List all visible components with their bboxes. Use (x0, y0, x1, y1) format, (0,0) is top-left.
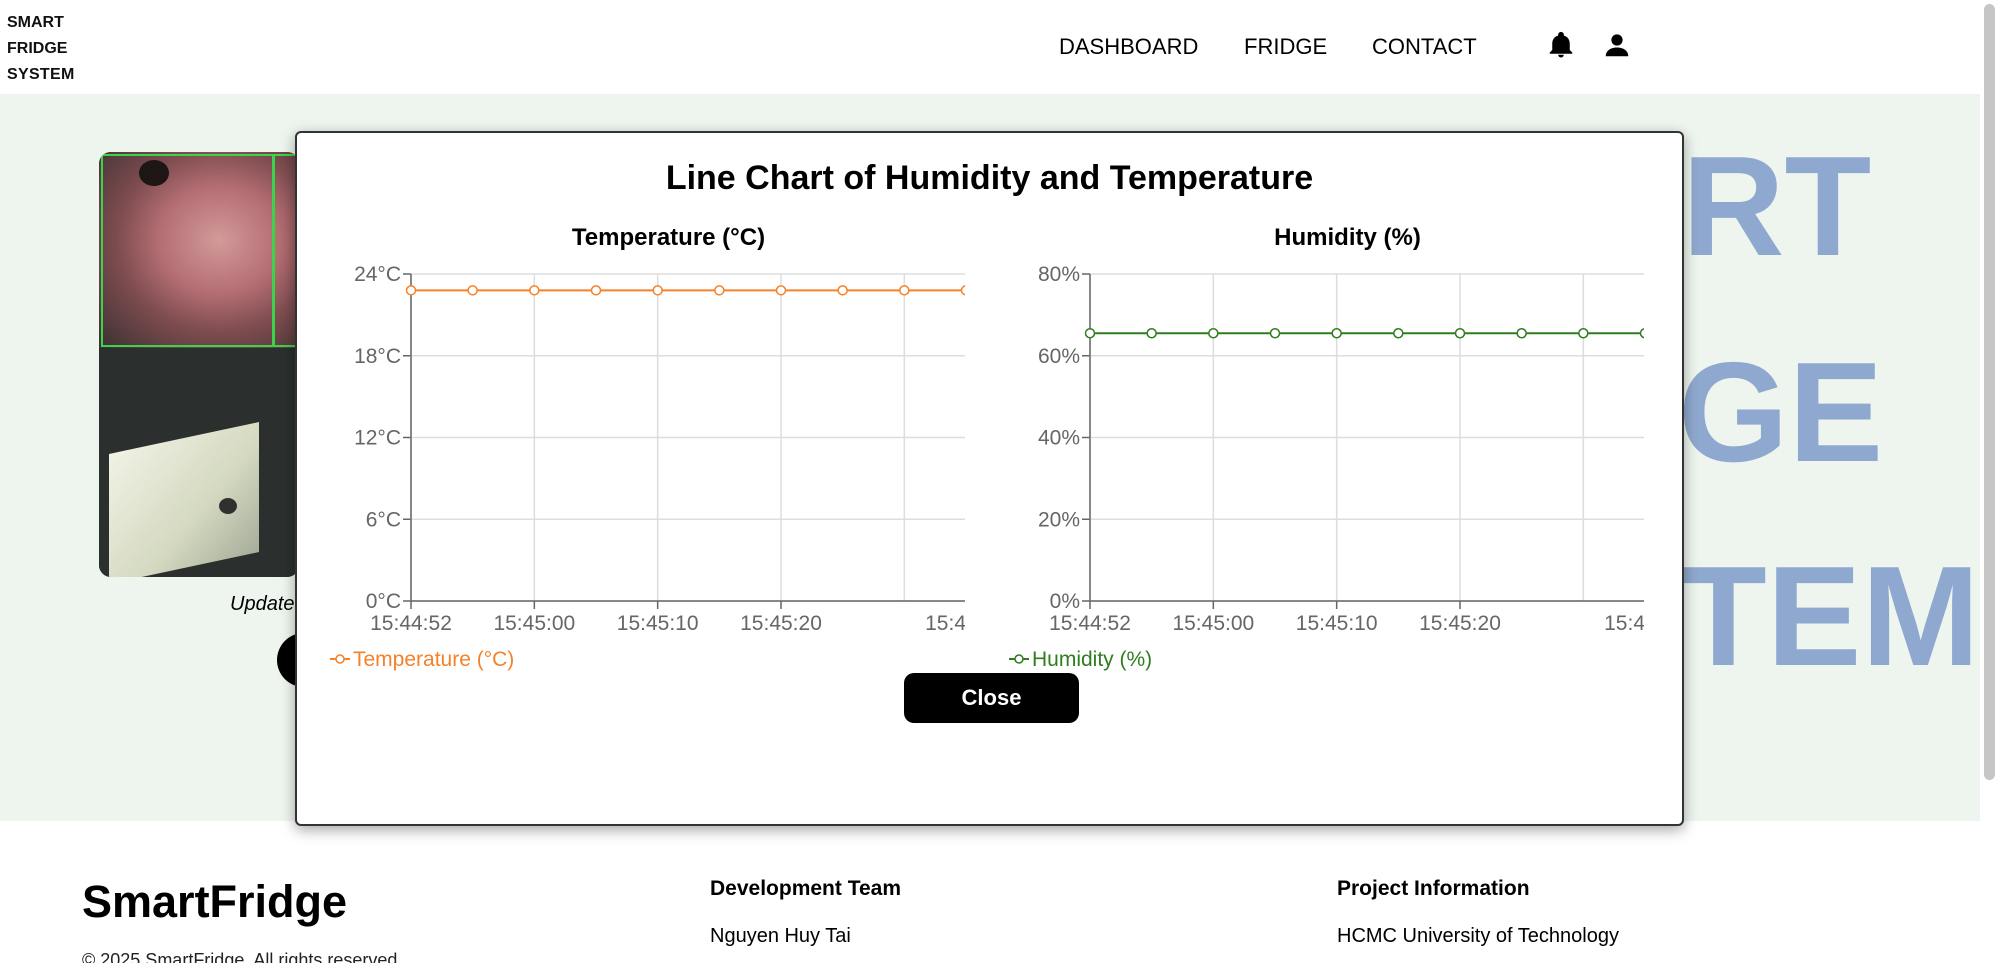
data-point (1393, 328, 1404, 339)
data-point (1454, 328, 1466, 339)
update-text: Update (230, 593, 295, 615)
data-point (1516, 328, 1527, 339)
nav-link-dashboard[interactable]: DASHBOARD (1059, 34, 1198, 60)
data-point (1639, 328, 1644, 339)
data-point (1146, 328, 1157, 339)
camera-object (219, 498, 237, 514)
temperature-chart: Temperature (°C) 0°C 6°C 12°C 18°C 24°C 15:44:… (330, 224, 965, 671)
logo[interactable]: SMART FRIDGE SYSTEM (7, 10, 75, 88)
legend-marker (1014, 654, 1024, 664)
data-point (467, 285, 478, 296)
footer-item: HCMC University of Technology (1337, 925, 1619, 947)
x-tick-label: 15:45:10 (1296, 612, 1378, 635)
x-tick-label: 15:45:35 (925, 612, 965, 635)
camera-bottom-view (99, 348, 299, 577)
footer-heading-project: Project Information (1337, 877, 1530, 900)
camera-feed-image (99, 152, 299, 577)
navbar: SMART FRIDGE SYSTEM DASHBOARD FRIDGE CON… (0, 0, 1944, 94)
scrollbar-thumb[interactable] (1984, 4, 1995, 780)
chart-modal: Line Chart of Humidity and Temperature T… (295, 131, 1684, 826)
bell-icon[interactable] (1546, 30, 1576, 60)
humidity-chart: Humidity (%) 0% 20% 40% 60% 80% 15:44:52 15:45:… (1009, 224, 1644, 671)
legend-label: Temperature (°C) (353, 648, 514, 671)
x-tick-label: 15:45:10 (617, 612, 699, 635)
y-tick-label: 0°C (366, 590, 401, 613)
hero-big-text: RT (1682, 127, 1872, 286)
data-point (1578, 328, 1589, 339)
data-point (899, 285, 910, 296)
logo-line: SMART (7, 14, 64, 31)
y-tick-label: 6°C (366, 508, 401, 531)
data-point (1084, 328, 1096, 339)
data-point (837, 285, 848, 296)
chart-title: Humidity (%) (1274, 224, 1421, 251)
modal-title: Line Chart of Humidity and Temperature (665, 159, 1314, 197)
x-tick-label: 15:44:52 (370, 612, 452, 635)
x-tick-label: 15:44:52 (1049, 612, 1131, 635)
y-tick-label: 60% (1038, 345, 1080, 368)
data-point (1269, 328, 1281, 339)
x-tick-label: 15:45:00 (493, 612, 575, 635)
data-point (960, 285, 965, 296)
legend-label: Humidity (%) (1032, 648, 1152, 671)
legend-marker (335, 654, 345, 664)
x-tick-label: 15:45:35 (1604, 612, 1644, 635)
logo-line: FRIDGE (7, 40, 68, 57)
nav-link-contact[interactable]: CONTACT (1372, 34, 1477, 60)
data-point (529, 285, 540, 296)
y-tick-label: 24°C (354, 263, 401, 286)
footer-copyright: © 2025 SmartFridge. All rights reserved. (82, 950, 403, 963)
hero-big-text: TEM (1680, 537, 1980, 696)
y-tick-label: 12°C (354, 427, 401, 450)
logo-line: SYSTEM (7, 66, 75, 83)
user-icon[interactable] (1602, 30, 1632, 60)
data-point (590, 285, 602, 296)
data-point (1208, 328, 1219, 339)
camera-object (109, 422, 259, 577)
y-tick-label: 0% (1050, 590, 1080, 613)
x-tick-label: 15:45:20 (740, 612, 822, 635)
y-tick-label: 20% (1038, 508, 1080, 531)
chart-title: Temperature (°C) (572, 224, 765, 251)
data-point (775, 285, 787, 296)
data-point (405, 285, 417, 296)
y-tick-label: 40% (1038, 427, 1080, 450)
data-point (1331, 328, 1342, 339)
footer-heading-team: Development Team (710, 877, 901, 900)
nav-link-fridge[interactable]: FRIDGE (1244, 34, 1327, 60)
hero-big-text: GE (1678, 333, 1884, 492)
data-point (652, 285, 663, 296)
close-button[interactable]: Close (904, 673, 1079, 723)
footer-item: Nguyen Huy Tai (710, 925, 851, 947)
x-tick-label: 15:45:20 (1419, 612, 1501, 635)
detection-box (101, 154, 274, 347)
x-tick-label: 15:45:00 (1172, 612, 1254, 635)
y-tick-label: 80% (1038, 263, 1080, 286)
footer-brand: SmartFridge (82, 876, 348, 927)
data-point (714, 285, 725, 296)
y-tick-label: 18°C (354, 345, 401, 368)
